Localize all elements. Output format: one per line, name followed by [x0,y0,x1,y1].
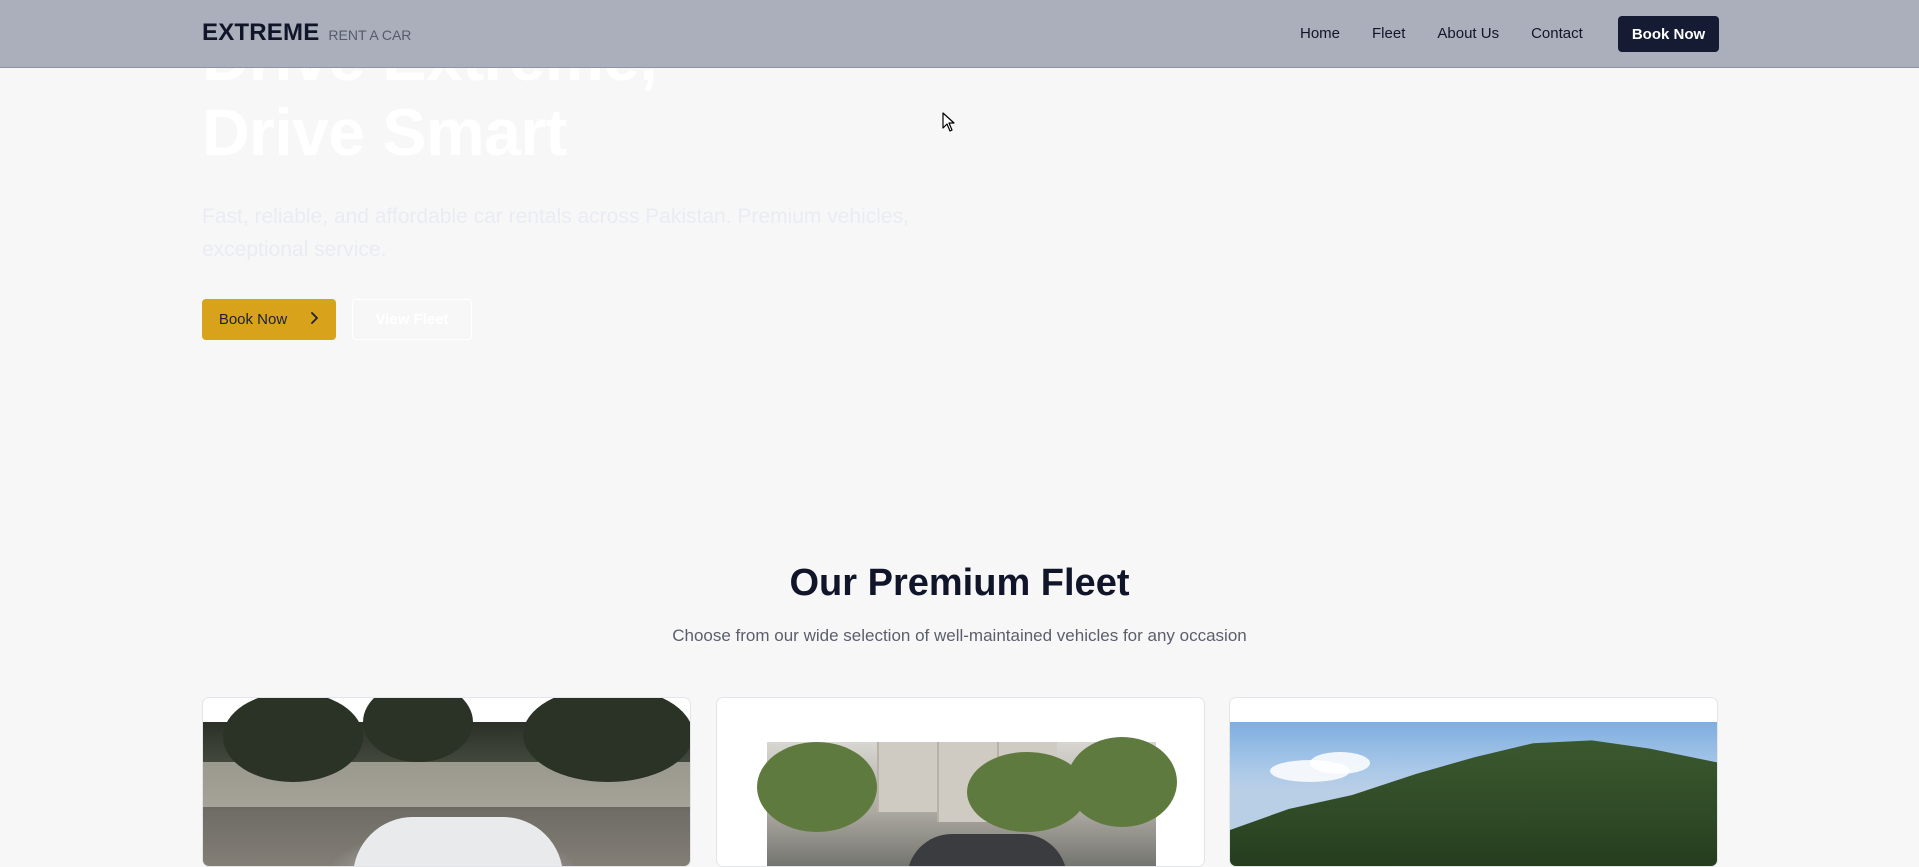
car-photo [757,737,1177,866]
hero-book-now-button[interactable]: Book Now [202,299,336,340]
nav-link-fleet[interactable]: Fleet [1372,25,1405,42]
view-fleet-button[interactable]: View Fleet [352,299,472,340]
brand-logo[interactable]: EXTREME RENT A CAR [202,19,411,47]
car-photo [203,698,690,866]
hero-book-now-label: Book Now [218,311,288,328]
brand-tagline: RENT A CAR [328,27,412,43]
hero-section: Drive Extreme, Drive Smart Fast, reliabl… [0,0,1919,469]
fleet-card[interactable] [716,697,1205,867]
nav-link-home[interactable]: Home [1300,25,1340,42]
chevron-right-icon [309,311,319,329]
fleet-card[interactable] [1229,697,1718,867]
nav-link-about-us[interactable]: About Us [1437,25,1499,42]
brand-name: EXTREME [202,19,320,46]
nav-book-now-button[interactable]: Book Now [1618,16,1719,52]
hero-title-line-2: Drive Smart [202,95,568,169]
fleet-card[interactable] [202,697,691,867]
landscape-photo [1230,722,1717,866]
mouse-pointer-icon [942,112,956,132]
fleet-subtitle: Choose from our wide selection of well-m… [672,626,1247,645]
nav-link-contact[interactable]: Contact [1531,25,1583,42]
navbar: EXTREME RENT A CAR Home Fleet About Us C… [0,0,1919,68]
fleet-title: Our Premium Fleet [789,562,1130,604]
nav-links: Home Fleet About Us Contact [1300,25,1583,42]
hero-subtitle: Fast, reliable, and affordable car renta… [202,205,909,261]
